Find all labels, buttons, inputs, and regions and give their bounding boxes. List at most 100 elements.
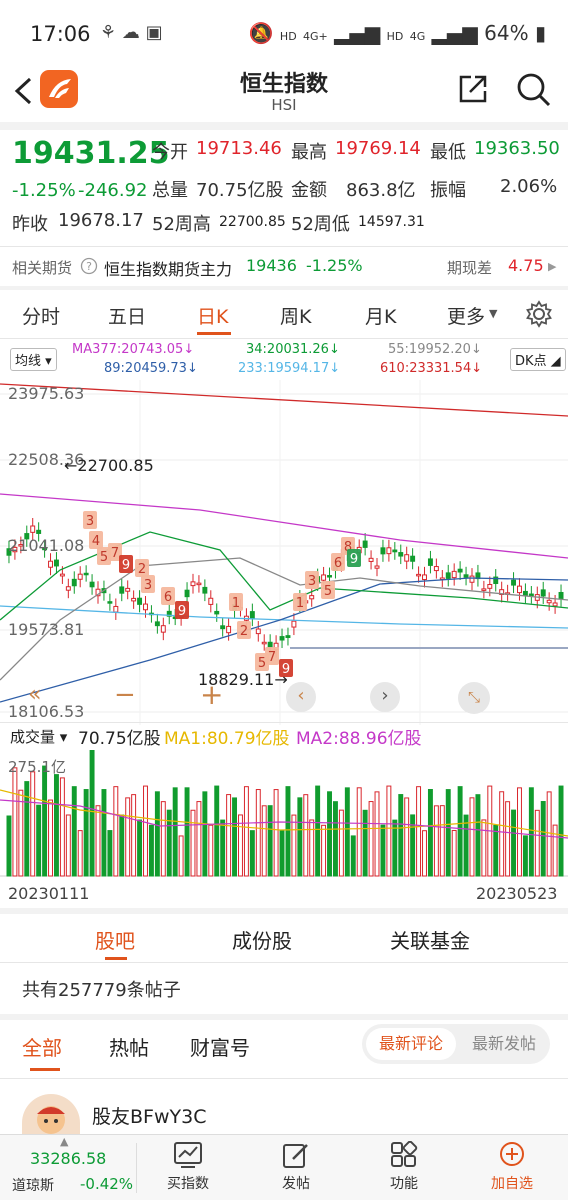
volume-bar bbox=[154, 791, 160, 877]
candle bbox=[309, 595, 315, 600]
filter-wealth[interactable]: 财富号 bbox=[190, 1032, 250, 1061]
zoom-in-icon[interactable]: + bbox=[200, 678, 223, 711]
candle bbox=[487, 584, 493, 589]
volume-bar bbox=[285, 786, 291, 877]
edit-icon bbox=[283, 1144, 308, 1168]
dk-mark-label: 9 bbox=[350, 552, 358, 567]
volume-bar bbox=[279, 830, 285, 877]
ma-selector[interactable]: 均线 ▾ bbox=[10, 348, 57, 371]
tab-weekly-k[interactable]: 周K bbox=[280, 302, 311, 329]
volume-ma1: MA1:80.79亿股 bbox=[164, 729, 290, 749]
volume-bar bbox=[119, 814, 125, 877]
futures-label: 相关期货 bbox=[12, 259, 73, 277]
volume-bar bbox=[59, 777, 65, 877]
high-annotation-value: 22700.85 bbox=[77, 456, 154, 475]
search-icon[interactable] bbox=[514, 70, 552, 108]
volume-bar bbox=[160, 801, 166, 877]
volume-bar bbox=[368, 801, 374, 877]
scroll-right-icon[interactable]: › bbox=[370, 682, 400, 712]
fullscreen-icon[interactable]: ⤡ bbox=[458, 682, 490, 714]
volume-bar bbox=[433, 805, 439, 877]
volume-bar bbox=[546, 791, 552, 877]
sort-latest-comment[interactable]: 最新评论 bbox=[366, 1028, 456, 1060]
filter-hot[interactable]: 热帖 bbox=[109, 1032, 149, 1061]
candle bbox=[48, 560, 53, 568]
volume-bar bbox=[18, 789, 24, 877]
candle bbox=[83, 572, 89, 576]
post-username[interactable]: 股友BFwY3C bbox=[92, 1102, 206, 1129]
volume-bar bbox=[83, 789, 89, 877]
candle bbox=[362, 540, 368, 548]
ticker-value[interactable]: 33286.58 bbox=[30, 1149, 106, 1168]
tab-more[interactable]: 更多 bbox=[447, 302, 485, 329]
volume-bar bbox=[107, 830, 113, 877]
nav-functions[interactable]: 功能 bbox=[364, 1141, 444, 1193]
tab-5day[interactable]: 五日 bbox=[108, 302, 146, 329]
volume-bar bbox=[53, 774, 59, 877]
volume-bar bbox=[143, 785, 148, 877]
volume-bar bbox=[190, 809, 196, 877]
collapse-icon[interactable]: ▲ bbox=[60, 1135, 68, 1148]
x-end-date: 20230523 bbox=[476, 884, 558, 903]
tab-daily-k[interactable]: 日K bbox=[197, 302, 228, 329]
ma-selector-label: 均线 bbox=[15, 354, 42, 369]
volume-bar bbox=[499, 791, 505, 877]
candle bbox=[202, 586, 208, 594]
volume-bar bbox=[327, 791, 332, 877]
amount-label: 金额 bbox=[291, 180, 327, 201]
candle bbox=[226, 625, 232, 634]
candle bbox=[368, 557, 374, 562]
dk-mark-label: 5 bbox=[258, 656, 266, 671]
candle bbox=[427, 558, 433, 566]
ticker-name[interactable]: 道琼斯 bbox=[12, 1175, 54, 1195]
candle bbox=[398, 552, 404, 557]
nav-add-watchlist[interactable]: 加自选 bbox=[472, 1141, 552, 1193]
dropdown-icon: ▼ bbox=[489, 307, 498, 320]
nav-buy-index[interactable]: 买指数 bbox=[148, 1141, 228, 1193]
volume-bar bbox=[89, 750, 95, 877]
week52-high-label: 52周高 bbox=[152, 214, 211, 235]
scroll-left-far-icon[interactable]: « bbox=[28, 682, 56, 710]
sort-latest-post[interactable]: 最新发帖 bbox=[462, 1028, 546, 1060]
candle bbox=[36, 529, 42, 534]
tab-monthly-k[interactable]: 月K bbox=[365, 302, 396, 329]
x-start-date: 20230111 bbox=[8, 884, 90, 903]
volume-selector-label: 成交量 bbox=[10, 728, 56, 746]
volume-bar bbox=[12, 767, 18, 877]
basis-value: 4.75 bbox=[508, 256, 544, 275]
share-icon[interactable] bbox=[456, 72, 490, 106]
volume-bar bbox=[404, 797, 410, 877]
tab-constituents[interactable]: 成份股 bbox=[232, 925, 292, 954]
volume-bar bbox=[528, 787, 534, 877]
signal-icon-2: ▂▄▆ bbox=[431, 21, 478, 45]
high-label: 最高 bbox=[291, 142, 327, 163]
tab-related-funds[interactable]: 关联基金 bbox=[390, 925, 470, 954]
futures-name[interactable]: 恒生指数期货主力 bbox=[104, 256, 232, 280]
volume-bar bbox=[303, 794, 309, 877]
dk-mark-label: 3 bbox=[144, 578, 152, 593]
volume-selector[interactable]: 成交量 ▾ bbox=[10, 726, 67, 747]
dk-button[interactable]: DK点 ◢ bbox=[510, 348, 566, 371]
candle bbox=[249, 611, 255, 619]
volume-bar bbox=[475, 794, 481, 877]
candle bbox=[220, 625, 226, 630]
help-icon[interactable]: ? bbox=[80, 257, 98, 275]
app-header: 恒生指数 HSI bbox=[0, 62, 568, 122]
avatar[interactable] bbox=[22, 1094, 80, 1134]
filter-all[interactable]: 全部 bbox=[22, 1032, 62, 1061]
scroll-left-icon[interactable]: ‹ bbox=[286, 682, 316, 712]
amplitude-value: 2.06% bbox=[500, 176, 558, 197]
active-tab-indicator bbox=[197, 332, 231, 335]
zoom-out-icon[interactable]: − bbox=[114, 680, 136, 710]
tab-stock-bar[interactable]: 股吧 bbox=[95, 925, 135, 954]
tab-intraday[interactable]: 分时 bbox=[22, 302, 60, 329]
candle bbox=[558, 591, 564, 600]
volume-bar bbox=[422, 830, 427, 877]
hd-label-2: HD bbox=[386, 30, 404, 43]
nav-post[interactable]: 发帖 bbox=[256, 1141, 336, 1193]
volume-chart[interactable] bbox=[0, 750, 568, 878]
volume-ma2: MA2:88.96亿股 bbox=[296, 729, 422, 749]
settings-gear-icon[interactable] bbox=[525, 300, 553, 328]
volume-bar bbox=[451, 829, 457, 877]
volume-bar bbox=[238, 814, 243, 877]
